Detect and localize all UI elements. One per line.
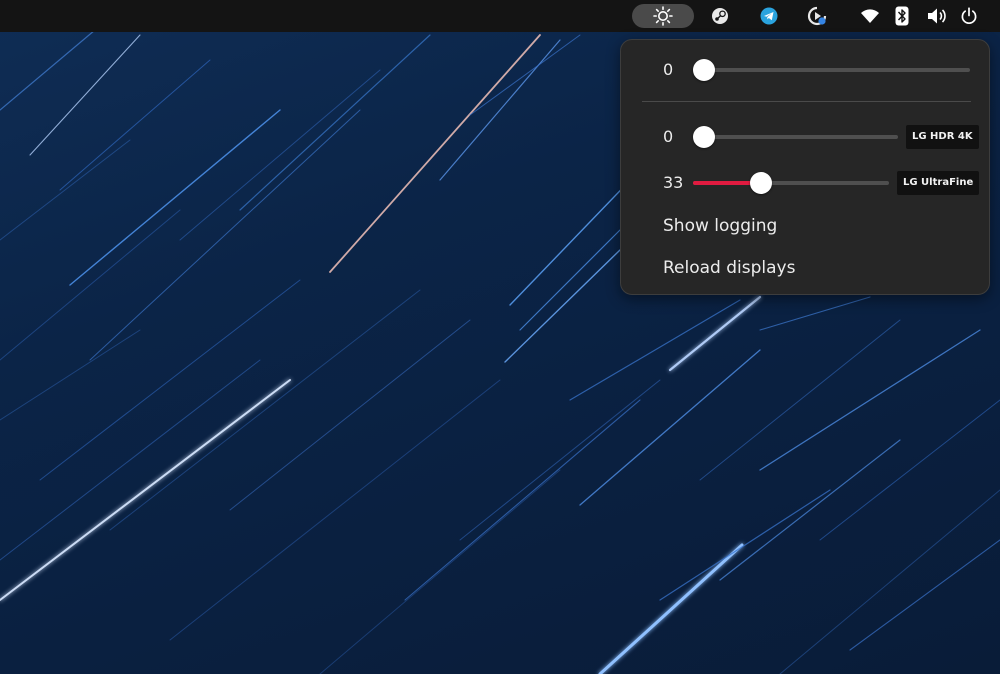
steam-icon — [711, 7, 729, 25]
display-brightness-value: 33 — [663, 173, 684, 192]
updates-tray-button[interactable] — [805, 4, 829, 28]
show-logging-menu-item[interactable]: Show logging — [663, 216, 777, 236]
volume-icon — [927, 7, 947, 25]
display-brightness-row: 33 LG UltraFine — [621, 167, 991, 197]
display-brightness-slider[interactable] — [693, 135, 898, 139]
master-brightness-slider[interactable] — [693, 68, 970, 72]
brightness-icon — [653, 6, 673, 26]
master-brightness-value: 0 — [663, 60, 674, 79]
reload-displays-menu-item[interactable]: Reload displays — [663, 258, 795, 278]
display-brightness-slider[interactable] — [693, 181, 889, 185]
steam-tray-button[interactable] — [708, 4, 732, 28]
brightness-indicator-button[interactable] — [632, 4, 694, 28]
display-brightness-value: 0 — [663, 127, 674, 146]
wifi-button[interactable] — [858, 4, 882, 28]
power-icon — [960, 7, 978, 25]
master-brightness-slider-handle[interactable] — [693, 59, 715, 81]
wifi-icon — [860, 8, 880, 24]
bluetooth-button[interactable] — [892, 4, 912, 28]
master-brightness-row: 0 — [621, 54, 991, 84]
updates-icon — [807, 6, 827, 26]
brightness-menu: 0 0 LG HDR 4K 33 LG UltraFine Show loggi… — [620, 39, 990, 295]
volume-button[interactable] — [926, 4, 948, 28]
menu-separator — [642, 101, 971, 102]
telegram-tray-button[interactable] — [757, 4, 781, 28]
bluetooth-icon — [895, 6, 909, 26]
power-menu-button[interactable] — [958, 4, 980, 28]
display-brightness-row: 0 LG HDR 4K — [621, 121, 991, 151]
display-name-badge: LG HDR 4K — [906, 125, 979, 149]
display-name-badge: LG UltraFine — [897, 171, 980, 195]
telegram-icon — [760, 7, 778, 25]
top-bar — [0, 0, 1000, 32]
display-brightness-slider-handle[interactable] — [750, 172, 773, 194]
display-brightness-slider-handle[interactable] — [693, 126, 715, 148]
